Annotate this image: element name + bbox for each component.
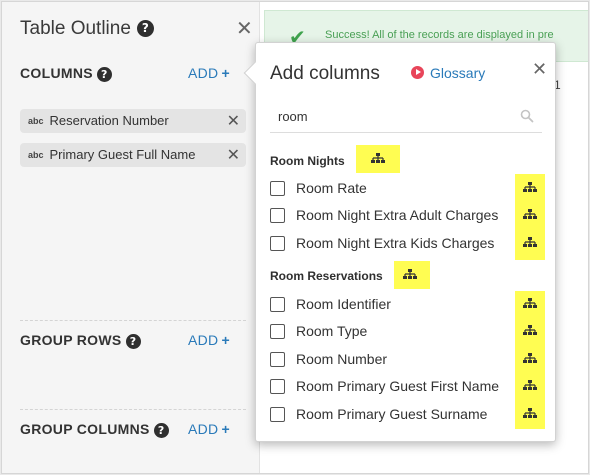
- chip-label: Primary Guest Full Name: [49, 147, 196, 162]
- help-icon[interactable]: ?: [153, 422, 169, 438]
- hierarchy-icon[interactable]: [523, 408, 537, 420]
- text-type-icon: abc: [28, 116, 44, 126]
- text-type-icon: abc: [28, 150, 44, 160]
- add-columns-button[interactable]: ADD +: [188, 65, 230, 81]
- section-divider: [20, 320, 246, 321]
- close-icon[interactable]: ✕: [236, 16, 253, 40]
- checkbox[interactable]: [270, 297, 285, 312]
- hierarchy-icon[interactable]: [403, 269, 417, 281]
- list-item[interactable]: Room Night Extra Kids Charges: [270, 234, 510, 254]
- group-title-room-nights: Room Nights: [270, 154, 345, 168]
- help-icon[interactable]: ?: [125, 333, 141, 349]
- hierarchy-icon[interactable]: [371, 153, 385, 165]
- add-columns-popup: Add columns Glossary ✕ Room Nights Room …: [243, 42, 556, 442]
- sidebar-title: Table Outline: [20, 18, 131, 39]
- checkbox[interactable]: [270, 208, 285, 223]
- list-item[interactable]: Room Identifier: [270, 295, 510, 315]
- app-frame: Table Outline? ✕ COLUMNS? ADD + abc Reserv…: [1, 1, 589, 474]
- checkbox[interactable]: [270, 407, 285, 422]
- add-group-columns-button[interactable]: ADD +: [188, 421, 230, 437]
- hierarchy-icon[interactable]: [523, 298, 537, 310]
- group-columns-section-label: GROUP COLUMNS?: [20, 421, 169, 438]
- list-item[interactable]: Room Primary Guest Surname: [270, 405, 510, 425]
- remove-icon[interactable]: ✕: [227, 143, 240, 167]
- list-item[interactable]: Room Number: [270, 350, 510, 370]
- list-item[interactable]: Room Type: [270, 322, 510, 342]
- success-message: Success! All of the records are displaye…: [325, 29, 554, 41]
- search-icon: [520, 109, 534, 123]
- checkbox[interactable]: [270, 324, 285, 339]
- hierarchy-icon[interactable]: [523, 182, 537, 194]
- checkbox[interactable]: [270, 236, 285, 251]
- hierarchy-icon[interactable]: [523, 209, 537, 221]
- plus-icon: +: [221, 65, 230, 81]
- column-chip[interactable]: abc Primary Guest Full Name ✕: [20, 143, 246, 167]
- columns-section-label: COLUMNS?: [20, 65, 112, 82]
- list-item[interactable]: Room Night Extra Adult Charges: [270, 206, 510, 226]
- checkbox[interactable]: [270, 181, 285, 196]
- remove-icon[interactable]: ✕: [227, 109, 240, 133]
- add-group-rows-button[interactable]: ADD +: [188, 332, 230, 348]
- help-icon[interactable]: ?: [96, 66, 112, 82]
- section-divider: [20, 409, 246, 410]
- sidebar-title-row: Table Outline?: [20, 18, 154, 40]
- hierarchy-icon[interactable]: [523, 353, 537, 365]
- list-item[interactable]: Room Primary Guest First Name: [270, 377, 510, 397]
- glossary-link[interactable]: Glossary: [411, 65, 485, 81]
- column-chip[interactable]: abc Reservation Number ✕: [20, 109, 246, 133]
- hierarchy-icon[interactable]: [523, 237, 537, 249]
- search-input[interactable]: [270, 101, 542, 133]
- list-item[interactable]: Room Rate: [270, 179, 510, 199]
- table-outline-sidebar: Table Outline? ✕ COLUMNS? ADD + abc Reserv…: [2, 2, 260, 473]
- checkbox[interactable]: [270, 379, 285, 394]
- plus-icon: +: [221, 332, 230, 348]
- checkbox[interactable]: [270, 352, 285, 367]
- group-rows-section-label: GROUP ROWS?: [20, 332, 141, 349]
- plus-icon: +: [221, 421, 230, 437]
- help-icon[interactable]: ?: [136, 20, 154, 37]
- group-title-room-reservations: Room Reservations: [270, 269, 383, 283]
- hierarchy-icon[interactable]: [523, 325, 537, 337]
- play-circle-icon: [411, 66, 424, 79]
- hierarchy-icon[interactable]: [523, 380, 537, 392]
- popup-title: Add columns: [270, 63, 380, 84]
- chip-label: Reservation Number: [49, 113, 169, 128]
- close-icon[interactable]: ✕: [532, 59, 547, 80]
